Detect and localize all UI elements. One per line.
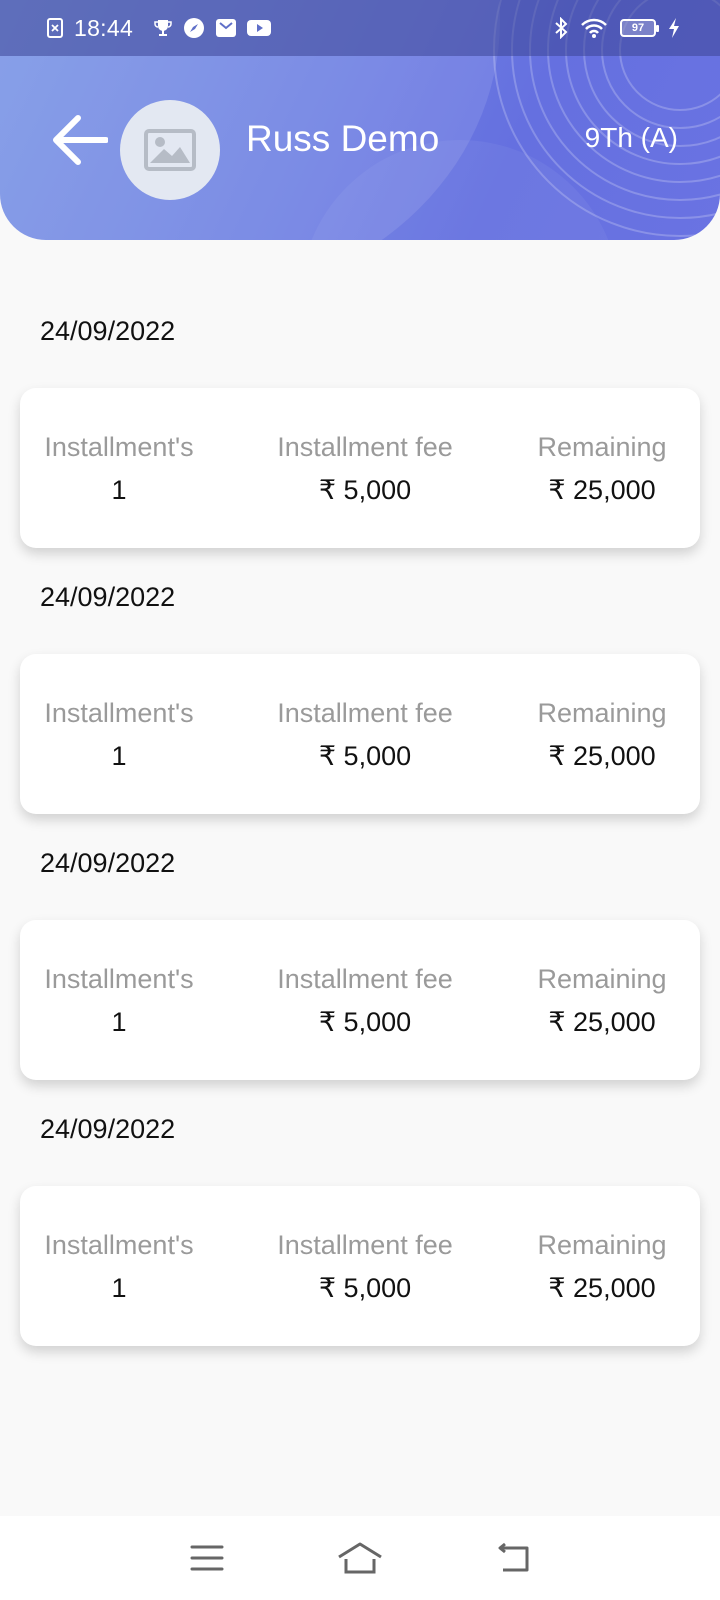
battery-icon: 97	[620, 19, 659, 37]
installments-label: Installment's	[44, 964, 194, 994]
installment-list: 24/09/2022 Installment's 1 Installment f…	[0, 240, 720, 1346]
installment-entry: 24/09/2022 Installment's 1 Installment f…	[0, 240, 720, 548]
remaining-column: Remaining ₹ 25,000	[532, 964, 672, 1038]
installment-fee-value: ₹ 5,000	[318, 1273, 412, 1303]
remaining-value: ₹ 25,000	[548, 475, 656, 505]
class-label: 9Th (A)	[584, 122, 678, 153]
installments-column: Installment's 1	[40, 1230, 198, 1304]
installments-value: 1	[111, 1007, 127, 1037]
entry-date: 24/09/2022	[40, 316, 176, 346]
remaining-value: ₹ 25,000	[548, 1007, 656, 1037]
remaining-label: Remaining	[537, 698, 667, 728]
installment-fee-label: Installment fee	[277, 432, 453, 462]
installments-label: Installment's	[44, 1230, 194, 1260]
back-nav-button[interactable]	[483, 1528, 543, 1588]
status-time: 18:44	[74, 14, 134, 41]
remaining-value: ₹ 25,000	[548, 1273, 656, 1303]
installments-column: Installment's 1	[40, 432, 198, 506]
youtube-icon	[247, 19, 272, 37]
installments-label: Installment's	[44, 432, 194, 462]
installment-fee-value: ₹ 5,000	[318, 741, 412, 771]
installments-value: 1	[111, 1273, 127, 1303]
back-icon	[498, 1542, 529, 1572]
installment-entry: 24/09/2022 Installment's 1 Installment f…	[0, 506, 720, 814]
screenshot-icon	[46, 17, 64, 39]
installment-entry: 24/09/2022 Installment's 1 Installment f…	[0, 772, 720, 1080]
image-placeholder-icon	[144, 129, 196, 171]
remaining-column: Remaining ₹ 25,000	[532, 698, 672, 772]
installments-label: Installment's	[44, 698, 194, 728]
remaining-value: ₹ 25,000	[548, 741, 656, 771]
charging-icon	[668, 18, 680, 38]
arrow-left-icon	[53, 115, 108, 165]
installment-fee-column: Installment fee ₹ 5,000	[270, 964, 460, 1038]
entry-date: 24/09/2022	[40, 848, 176, 878]
installment-fee-value: ₹ 5,000	[318, 1007, 412, 1037]
entry-date: 24/09/2022	[40, 582, 176, 612]
remaining-column: Remaining ₹ 25,000	[532, 432, 672, 506]
home-icon	[338, 1542, 382, 1574]
remaining-label: Remaining	[537, 1230, 667, 1260]
installment-entry: 24/09/2022 Installment's 1 Installment f…	[0, 1038, 720, 1346]
installments-column: Installment's 1	[40, 698, 198, 772]
installment-fee-column: Installment fee ₹ 5,000	[270, 698, 460, 772]
installment-card[interactable]: Installment's 1 Installment fee ₹ 5,000 …	[20, 1186, 700, 1346]
student-name: Russ Demo	[246, 118, 440, 159]
installment-fee-label: Installment fee	[277, 698, 453, 728]
installment-fee-label: Installment fee	[277, 1230, 453, 1260]
installment-fee-label: Installment fee	[277, 964, 453, 994]
installments-value: 1	[111, 741, 127, 771]
remaining-label: Remaining	[537, 432, 667, 462]
home-button[interactable]	[330, 1528, 390, 1588]
installments-column: Installment's 1	[40, 964, 198, 1038]
bluetooth-icon	[554, 17, 568, 39]
avatar	[120, 100, 220, 200]
wifi-icon	[580, 17, 608, 39]
recents-button[interactable]	[177, 1528, 237, 1588]
remaining-label: Remaining	[537, 964, 667, 994]
system-nav-bar	[0, 1516, 720, 1600]
installment-fee-value: ₹ 5,000	[318, 475, 412, 505]
installment-fee-column: Installment fee ₹ 5,000	[270, 1230, 460, 1304]
back-button[interactable]	[50, 110, 110, 170]
installment-fee-column: Installment fee ₹ 5,000	[270, 432, 460, 506]
status-bar: 18:44 97	[0, 0, 720, 56]
mail-icon	[215, 17, 237, 39]
compass-icon	[183, 17, 205, 39]
trophy-icon	[153, 18, 173, 38]
entry-date: 24/09/2022	[40, 1114, 176, 1144]
menu-icon	[190, 1545, 224, 1571]
header: 18:44 97 Russ Demo 9Th (A)	[0, 0, 720, 240]
installments-value: 1	[111, 475, 127, 505]
remaining-column: Remaining ₹ 25,000	[532, 1230, 672, 1304]
